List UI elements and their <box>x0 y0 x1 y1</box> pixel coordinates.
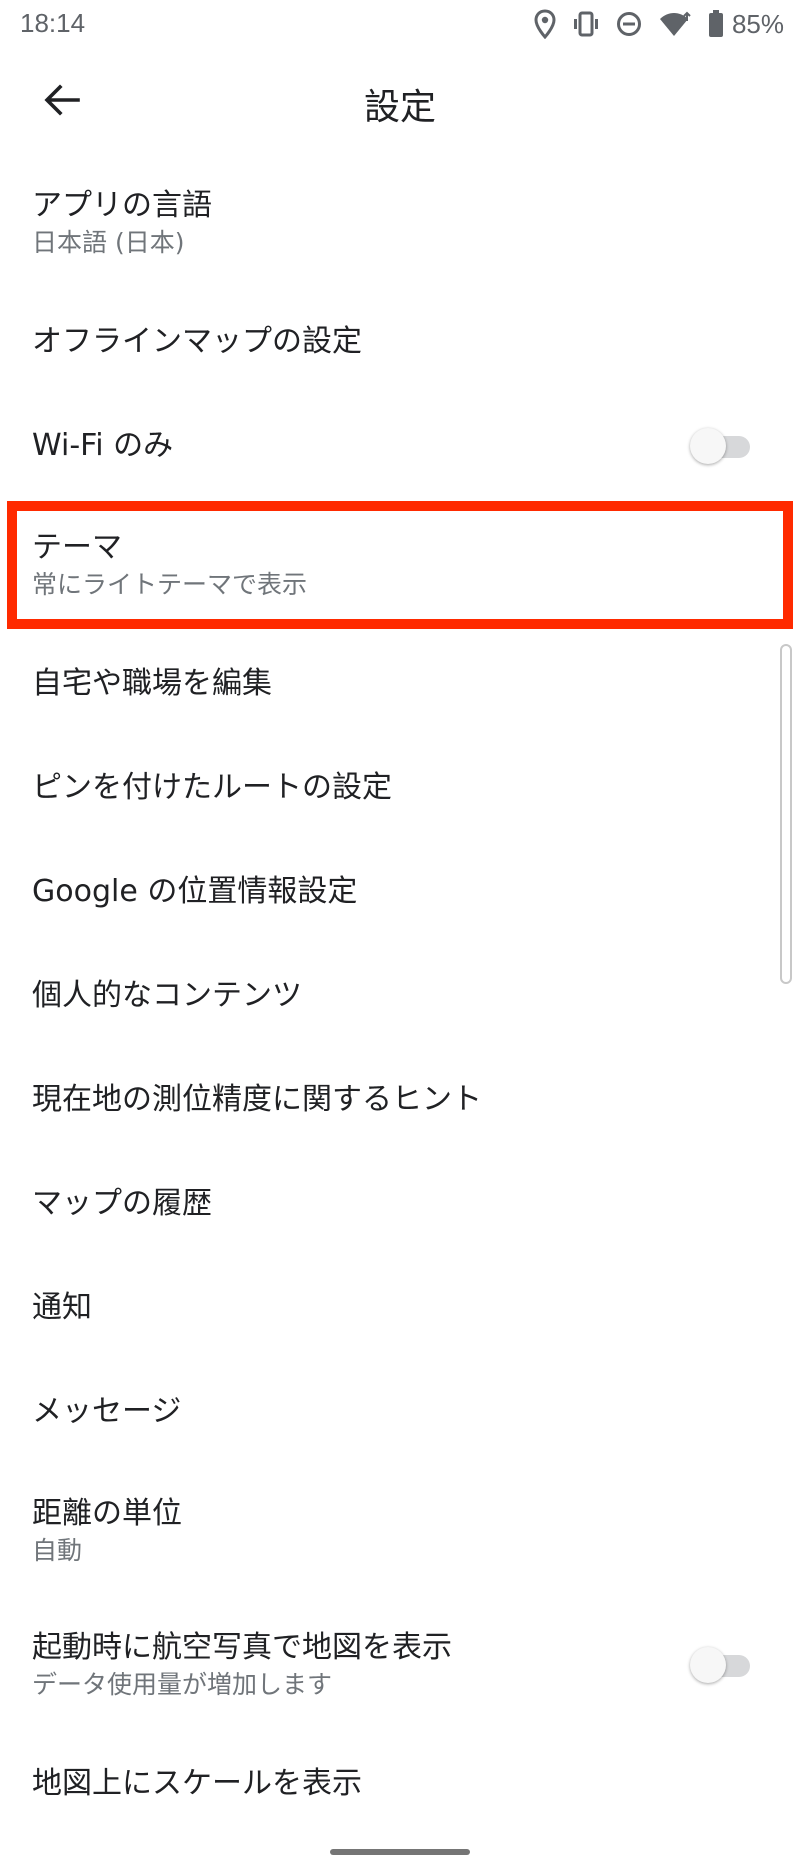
status-time: 18:14 <box>20 8 86 38</box>
setting-title: 個人的なコンテンツ <box>32 978 302 1013</box>
setting-maps-history[interactable]: マップの履歴 <box>0 1152 800 1256</box>
setting-google-location[interactable]: Google の位置情報設定 <box>0 840 800 944</box>
setting-offline-maps[interactable]: オフラインマップの設定 <box>0 290 800 394</box>
setting-location-accuracy[interactable]: 現在地の測位精度に関するヒント <box>0 1048 800 1152</box>
setting-title: 自宅や職場を編集 <box>32 666 272 701</box>
setting-theme[interactable]: テーマ 常にライトテーマで表示 <box>0 498 800 632</box>
location-icon <box>534 9 556 39</box>
setting-title: 距離の単位 <box>32 1496 182 1531</box>
toggle-knob <box>690 428 726 464</box>
setting-value: 常にライトテーマで表示 <box>32 570 308 599</box>
setting-home-work[interactable]: 自宅や職場を編集 <box>0 632 800 736</box>
setting-title: 通知 <box>32 1290 92 1325</box>
setting-value: データ使用量が増加します <box>32 1670 333 1699</box>
setting-title: 現在地の測位精度に関するヒント <box>32 1082 482 1117</box>
wifi-only-toggle[interactable] <box>690 428 750 464</box>
setting-notifications[interactable]: 通知 <box>0 1256 800 1360</box>
page-title: 設定 <box>363 87 436 128</box>
scrollbar[interactable] <box>780 644 792 984</box>
satellite-on-start-toggle[interactable] <box>690 1647 750 1683</box>
setting-pinned-routes[interactable]: ピンを付けたルートの設定 <box>0 736 800 840</box>
setting-title: マップの履歴 <box>32 1186 212 1221</box>
setting-title: Google の位置情報設定 <box>32 874 358 909</box>
toggle-knob <box>690 1647 726 1683</box>
setting-title: アプリの言語 <box>32 188 212 223</box>
setting-title: 起動時に航空写真で地図を表示 <box>32 1630 452 1665</box>
wifi-icon <box>658 11 692 37</box>
status-icons: 85% <box>534 6 784 42</box>
setting-title: Wi-Fi のみ <box>32 428 174 463</box>
settings-list: アプリの言語 日本語 (日本) オフラインマップの設定 Wi-Fi のみ テーマ… <box>0 156 800 1836</box>
setting-title: 地図上にスケールを表示 <box>32 1766 362 1801</box>
app-bar: 設定 <box>0 48 800 156</box>
setting-title: ピンを付けたルートの設定 <box>32 770 392 805</box>
battery-percent: 85% <box>731 8 784 39</box>
setting-wifi-only[interactable]: Wi-Fi のみ <box>0 394 800 498</box>
vibrate-icon <box>572 11 600 37</box>
do-not-disturb-icon <box>616 11 642 37</box>
setting-satellite-on-start[interactable]: 起動時に航空写真で地図を表示 データ使用量が増加します <box>0 1598 800 1732</box>
status-bar: 18:14 85% <box>0 0 800 48</box>
setting-title: テーマ <box>32 530 122 565</box>
battery-icon <box>708 10 724 38</box>
setting-value: 日本語 (日本) <box>32 228 185 257</box>
setting-value: 自動 <box>32 1536 83 1565</box>
setting-personal-content[interactable]: 個人的なコンテンツ <box>0 944 800 1048</box>
setting-distance-units[interactable]: 距離の単位 自動 <box>0 1464 800 1598</box>
gesture-nav-bar[interactable] <box>330 1849 470 1855</box>
setting-messages[interactable]: メッセージ <box>0 1360 800 1464</box>
setting-show-scale[interactable]: 地図上にスケールを表示 <box>0 1732 800 1836</box>
setting-app-language[interactable]: アプリの言語 日本語 (日本) <box>0 156 800 290</box>
setting-title: オフラインマップの設定 <box>32 324 362 359</box>
setting-title: メッセージ <box>32 1394 182 1429</box>
